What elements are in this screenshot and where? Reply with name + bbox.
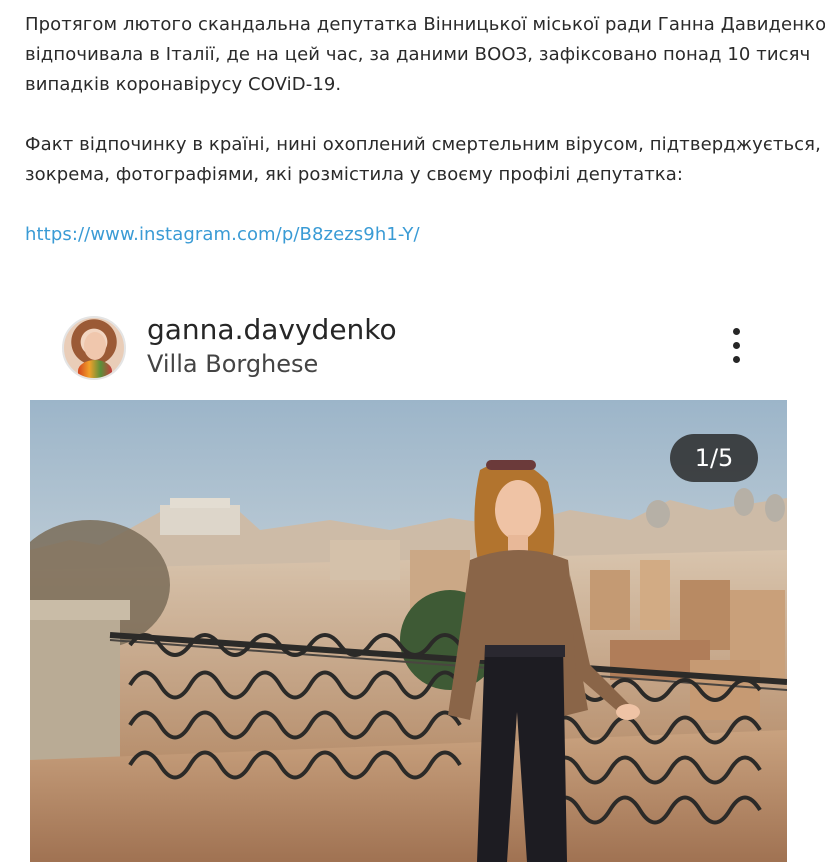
more-options-icon[interactable] [722,326,750,366]
avatar-face [84,332,106,360]
text-line: Протягом лютого скандальна депутатка Він… [25,14,825,35]
article-body: Протягом лютого скандальна депутатка Він… [25,10,825,250]
text-line: Факт відпочинку в країні, нині охоплений… [25,134,821,155]
text-line: зокрема, фотографіями, які розмістила у … [25,164,684,185]
article-paragraph: Факт відпочинку в країні, нині охоплений… [25,130,825,190]
avatar[interactable] [62,316,126,380]
post-photo[interactable]: 1/5 [30,400,787,862]
instagram-post-embed[interactable]: ganna.davydenko Villa Borghese 1/5 [30,300,790,862]
image-counter-badge: 1/5 [670,434,758,482]
instagram-link[interactable]: https://www.instagram.com/p/B8zezs9h1-Y/ [25,220,825,250]
post-header: ganna.davydenko Villa Borghese [30,300,790,400]
text-line: випадків коронавірусу COViD-19. [25,74,342,95]
post-username[interactable]: ganna.davydenko [147,312,397,348]
avatar-scarf [78,360,112,378]
post-location[interactable]: Villa Borghese [147,348,318,380]
text-line: відпочивала в Італії, де на цей час, за … [25,44,811,65]
article-paragraph: Протягом лютого скандальна депутатка Він… [25,10,825,100]
